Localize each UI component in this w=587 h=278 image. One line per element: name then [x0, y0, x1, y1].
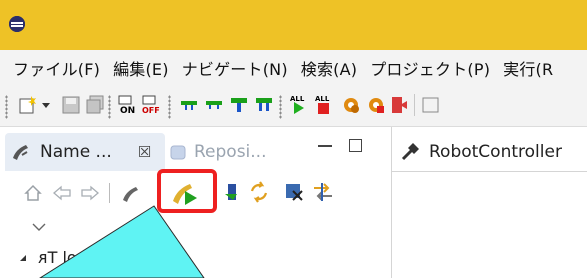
svg-text:OFF: OFF — [142, 106, 160, 115]
connect-icon[interactable] — [120, 183, 142, 205]
exit-icon[interactable] — [388, 94, 410, 116]
home-icon[interactable] — [23, 183, 43, 203]
stop-all-icon[interactable]: ALL — [313, 94, 335, 116]
menu-edit[interactable]: 編集(E) — [107, 56, 176, 80]
toolbar-grip[interactable] — [168, 95, 171, 119]
svg-text:ALL: ALL — [315, 95, 330, 103]
window-icon[interactable] — [420, 94, 442, 116]
sync-icon[interactable] — [248, 181, 270, 203]
toolbar-separator — [414, 94, 415, 116]
menu-search[interactable]: 検索(A) — [295, 56, 364, 80]
view-menu-chevron-down-icon[interactable] — [32, 222, 46, 232]
svg-text:ON: ON — [120, 106, 135, 116]
tab-repository[interactable]: Reposi... — [168, 133, 267, 171]
t-icon-4[interactable] — [253, 94, 275, 116]
t-icon-3[interactable] — [228, 94, 250, 116]
menu-file[interactable]: ファイル(F) — [0, 56, 107, 80]
dropdown-icon[interactable] — [40, 94, 52, 116]
main-toolbar: ON OFF ALL ALL — [0, 86, 587, 127]
tab-close-icon[interactable]: ☒ — [138, 143, 151, 161]
tab-repository-label: Reposi... — [194, 142, 267, 162]
on-icon[interactable]: ON — [117, 94, 139, 116]
menu-bar: ファイル(F) 編集(E) ナビゲート(N) 検索(A) プロジェクト(P) 実… — [0, 50, 587, 86]
tree-expand-icon[interactable] — [18, 253, 28, 263]
transfer-icon[interactable] — [312, 182, 334, 202]
hammer-icon — [401, 143, 419, 161]
t-icon-1[interactable] — [178, 94, 200, 116]
tab-robot-controller[interactable]: RobotController — [400, 133, 562, 171]
save-all-icon[interactable] — [84, 94, 106, 116]
save-icon[interactable] — [60, 94, 82, 116]
editor-tab-border — [392, 171, 587, 172]
view-tab-row: Name ... ☒ Reposi... — [0, 127, 386, 175]
view-toolbar-separator — [109, 183, 110, 203]
refresh-server-icon[interactable] — [222, 182, 242, 204]
tree-item[interactable]: ᴙT lo — [18, 248, 77, 267]
title-bar — [0, 0, 587, 50]
menu-project[interactable]: プロジェクト(P) — [364, 56, 497, 80]
tab-name-label: Name ... — [40, 142, 112, 162]
run-all-icon[interactable]: ALL — [288, 94, 310, 116]
svg-text:ALL: ALL — [290, 95, 305, 103]
toolbar-grip[interactable] — [5, 95, 8, 119]
forward-arrow-icon[interactable] — [80, 185, 100, 201]
toolbar-grip[interactable] — [279, 95, 282, 119]
t-icon-2[interactable] — [203, 94, 225, 116]
name-service-icon — [13, 145, 28, 160]
eclipse-app-icon[interactable] — [9, 16, 25, 32]
highlight-box — [157, 169, 217, 213]
toolbar-grip[interactable] — [108, 95, 111, 119]
minimize-button[interactable] — [318, 145, 332, 147]
gear-lock-icon[interactable] — [365, 94, 387, 116]
menu-run[interactable]: 実行(R — [497, 56, 560, 80]
repository-icon — [170, 145, 186, 160]
gear-icon[interactable] — [340, 94, 362, 116]
back-arrow-icon[interactable] — [52, 185, 72, 201]
editor-area: RobotController — [391, 127, 587, 278]
tree-item-label: ᴙT lo — [38, 248, 77, 267]
new-icon[interactable] — [17, 94, 39, 116]
tab-name-service[interactable]: Name ... ☒ — [5, 133, 165, 171]
tab-robot-controller-label: RobotController — [429, 142, 562, 162]
maximize-button[interactable] — [349, 139, 362, 152]
off-icon[interactable]: OFF — [141, 94, 163, 116]
menu-navigate[interactable]: ナビゲート(N) — [176, 56, 295, 80]
disconnect-icon[interactable] — [284, 182, 304, 202]
